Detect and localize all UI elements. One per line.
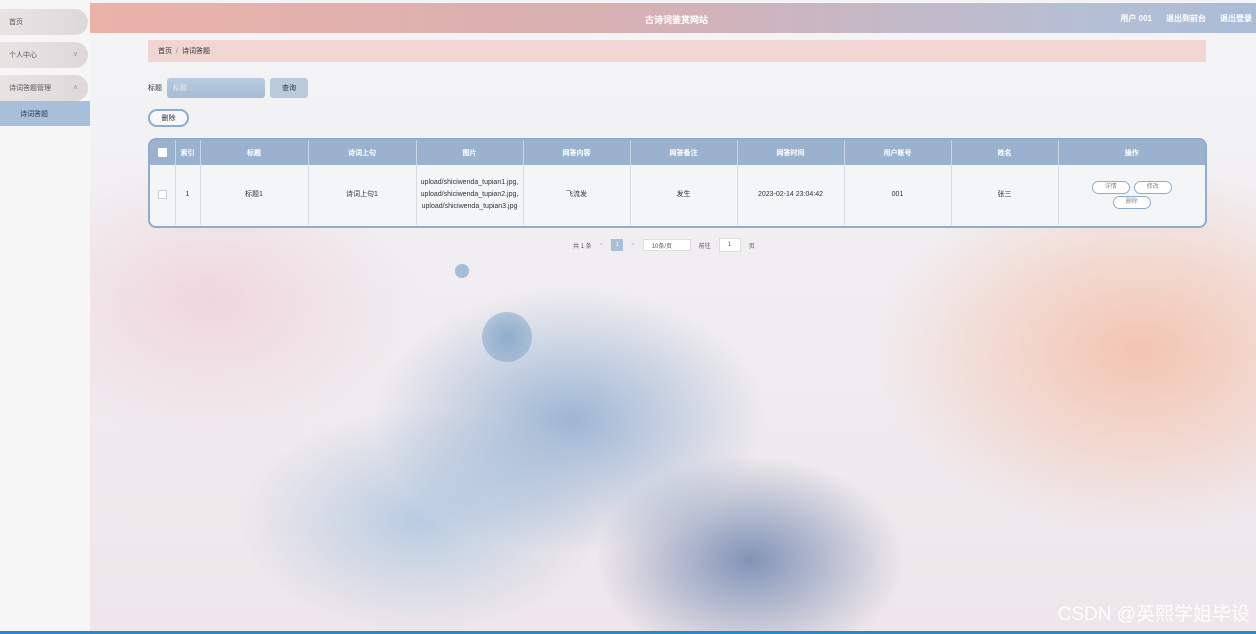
sidebar: 首页 个人中心 ∨ 诗词答题管理 ∧ 诗词答题 — [0, 0, 90, 634]
select-all-checkbox[interactable] — [157, 148, 167, 157]
current-user: 用户 001 — [1120, 14, 1152, 23]
column-header: 网答内容 — [523, 140, 631, 165]
cell-time: 2023-02-14 23:04:42 — [737, 165, 845, 225]
cell-title: 标题1 — [200, 165, 309, 225]
next-page-icon[interactable]: > — [631, 242, 635, 248]
row-delete-button[interactable]: 删除 — [1112, 196, 1151, 209]
cell-account: 001 — [844, 165, 952, 225]
decorative-bubble — [482, 312, 532, 362]
cell-answer: 飞流发 — [523, 165, 631, 225]
page-number-current[interactable]: 1 — [611, 239, 624, 251]
chevron-down-icon: ∨ — [72, 51, 78, 58]
edit-button[interactable]: 修改 — [1133, 181, 1172, 194]
column-header: 网答时间 — [737, 140, 845, 165]
page-unit-label: 页 — [748, 243, 755, 250]
cell-actions: 详情 修改 删除 — [1058, 165, 1205, 225]
goto-page-input[interactable]: 1 — [718, 238, 741, 252]
watermark: CSDN @英熙学姐毕设 — [1057, 604, 1250, 625]
sidebar-item-quiz-management[interactable]: 诗词答题管理 ∧ — [0, 75, 88, 101]
data-table: 索引 标题 诗词上句 图片 网答内容 网答备注 网答时间 用户账号 姓名 操作 … — [148, 138, 1207, 228]
pager-total: 共 1 条 — [573, 243, 592, 250]
search-input[interactable] — [167, 78, 265, 98]
column-header: 标题 — [200, 140, 309, 165]
breadcrumb: 首页 / 诗词答题 — [148, 40, 1206, 62]
cell-images: upload/shiciwenda_tupian1.jpg,upload/shi… — [416, 165, 524, 225]
logout-link[interactable]: 退出登录 — [1220, 13, 1252, 24]
column-header: 用户账号 — [844, 140, 952, 165]
top-header: 古诗词鉴赏网站 用户 001 退出到前台 退出登录 — [90, 3, 1256, 33]
search-label: 标题 — [148, 85, 162, 92]
batch-delete-button[interactable]: 删除 — [148, 109, 189, 127]
goto-label: 前往 — [698, 243, 711, 250]
page-size-value: 10条/页 — [651, 243, 673, 250]
page-size-select[interactable]: 10条/页 — [642, 239, 691, 251]
sidebar-item-profile[interactable]: 个人中心 ∨ — [0, 42, 88, 68]
table-row: 1 标题1 诗词上句1 upload/shiciwenda_tupian1.jp… — [150, 165, 1205, 225]
column-header: 操作 — [1124, 149, 1139, 157]
detail-button[interactable]: 详情 — [1091, 181, 1130, 194]
row-checkbox[interactable] — [157, 189, 167, 199]
column-header: 图片 — [416, 140, 524, 165]
cell-verse: 诗词上句1 — [308, 165, 417, 225]
sidebar-item-home[interactable]: 首页 — [0, 9, 88, 35]
sidebar-item-label: 首页 — [9, 19, 23, 26]
prev-page-icon[interactable]: < — [600, 242, 604, 248]
sidebar-item-label: 诗词答题管理 — [9, 85, 51, 92]
query-button[interactable]: 查询 — [270, 78, 308, 98]
pagination: 共 1 条 < 1 > 10条/页 前往 1 页 — [573, 238, 755, 252]
sidebar-subitem-label: 诗词答题 — [20, 110, 48, 118]
sidebar-subitem-quiz[interactable]: 诗词答题 — [0, 101, 90, 126]
column-header: 网答备注 — [630, 140, 738, 165]
column-header: 索引 — [175, 140, 201, 165]
chevron-up-icon: ∧ — [72, 84, 78, 91]
sidebar-item-label: 个人中心 — [9, 52, 37, 59]
site-title: 古诗词鉴赏网站 — [645, 15, 709, 25]
cell-index: 1 — [175, 165, 201, 225]
column-header: 姓名 — [951, 140, 1059, 165]
breadcrumb-home[interactable]: 首页 — [158, 46, 172, 56]
back-to-frontend-link[interactable]: 退出到前台 — [1166, 13, 1206, 24]
table-header-row: 索引 标题 诗词上句 图片 网答内容 网答备注 网答时间 用户账号 姓名 操作 — [150, 140, 1205, 165]
decorative-bubble-small — [455, 264, 469, 278]
column-header: 诗词上句 — [308, 140, 417, 165]
header-actions: 用户 001 退出到前台 退出登录 — [1120, 13, 1252, 24]
breadcrumb-current: 诗词答题 — [181, 48, 210, 55]
cell-remark: 发生 — [630, 165, 738, 225]
select-all-cell[interactable] — [150, 140, 176, 165]
breadcrumb-separator: / — [176, 47, 178, 55]
cell-name: 张三 — [951, 165, 1059, 225]
row-select-cell[interactable] — [150, 165, 176, 225]
